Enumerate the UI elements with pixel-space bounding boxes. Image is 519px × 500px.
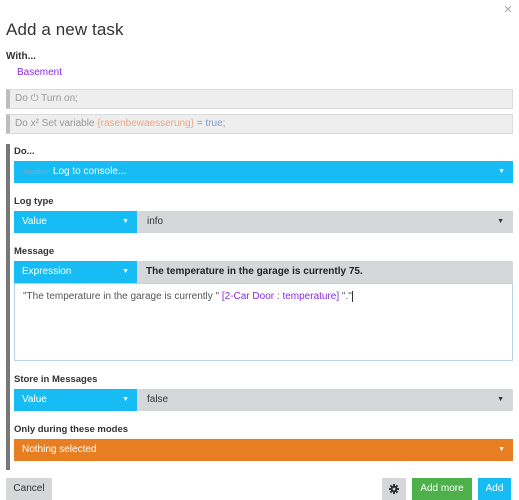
chevron-down-icon: ▼ (122, 218, 129, 225)
gear-icon (389, 484, 399, 495)
device-link[interactable]: Basement (17, 67, 62, 78)
prior-action-prefix: Do (15, 93, 31, 104)
close-icon[interactable]: × (501, 2, 515, 17)
action-select[interactable]: location Log to console... ▼ (14, 161, 513, 183)
chevron-down-icon: ▼ (498, 168, 505, 175)
modes-select[interactable]: Nothing selected ▼ (14, 439, 513, 461)
action-select-value: Log to console... (52, 166, 127, 177)
store-value: false (147, 394, 169, 405)
prior-action-text: Turn on; (38, 93, 78, 104)
chevron-down-icon: ▼ (498, 446, 505, 453)
with-label: With... (6, 51, 36, 62)
expression-variable: [2-Car Door : temperature] (221, 291, 340, 303)
store-label: Store in Messages (14, 374, 98, 385)
prior-action-text: Set variable (38, 118, 98, 129)
add-more-button[interactable]: Add more (412, 478, 472, 500)
chevron-down-icon: ▼ (122, 268, 129, 275)
store-select[interactable]: false ▼ (137, 389, 513, 411)
log-type-label: Log type (14, 196, 54, 207)
modes-select-value: Nothing selected (22, 444, 97, 455)
cancel-button[interactable]: Cancel (6, 478, 52, 500)
variable-icon: x² (30, 118, 39, 129)
message-label: Message (14, 246, 55, 257)
log-type-select[interactable]: info ▼ (137, 211, 513, 233)
expression-end: "." (339, 291, 352, 303)
add-button[interactable]: Add (478, 478, 511, 500)
dialog-title: Add a new task (6, 20, 124, 39)
settings-button[interactable] (382, 478, 406, 500)
message-expression-input[interactable]: "The temperature in the garage is curren… (14, 283, 513, 361)
prior-action-set-variable[interactable]: Do x² Set variable {rasenbewaesserung} =… (6, 114, 513, 134)
log-type-value: info (147, 216, 164, 227)
log-type-mode-dropdown[interactable]: Value ▼ (14, 211, 137, 233)
equals-sign: = (194, 118, 206, 129)
prior-action-turn-on[interactable]: Do ⏻ Turn on; (6, 89, 513, 109)
text-cursor (351, 291, 353, 302)
store-mode-dropdown[interactable]: Value ▼ (14, 389, 137, 411)
variable-value: true (205, 118, 223, 129)
chevron-down-icon: ▼ (497, 396, 504, 403)
store-mode-value: Value (22, 394, 47, 405)
do-label: Do... (14, 146, 35, 157)
expression-string: "The temperature in the garage is curren… (23, 291, 222, 303)
action-hint: location (24, 169, 49, 176)
statement-end: ; (222, 118, 226, 129)
modes-label: Only during these modes (14, 424, 129, 435)
expression-preview: The temperature in the garage is current… (137, 261, 513, 283)
prior-action-prefix: Do (15, 118, 31, 129)
chevron-down-icon: ▼ (497, 218, 504, 225)
variable-name: {rasenbewaesserung} (97, 118, 195, 129)
log-type-mode-value: Value (22, 216, 47, 227)
message-mode-dropdown[interactable]: Expression ▼ (14, 261, 137, 283)
message-mode-value: Expression (22, 266, 72, 277)
chevron-down-icon: ▼ (122, 396, 129, 403)
